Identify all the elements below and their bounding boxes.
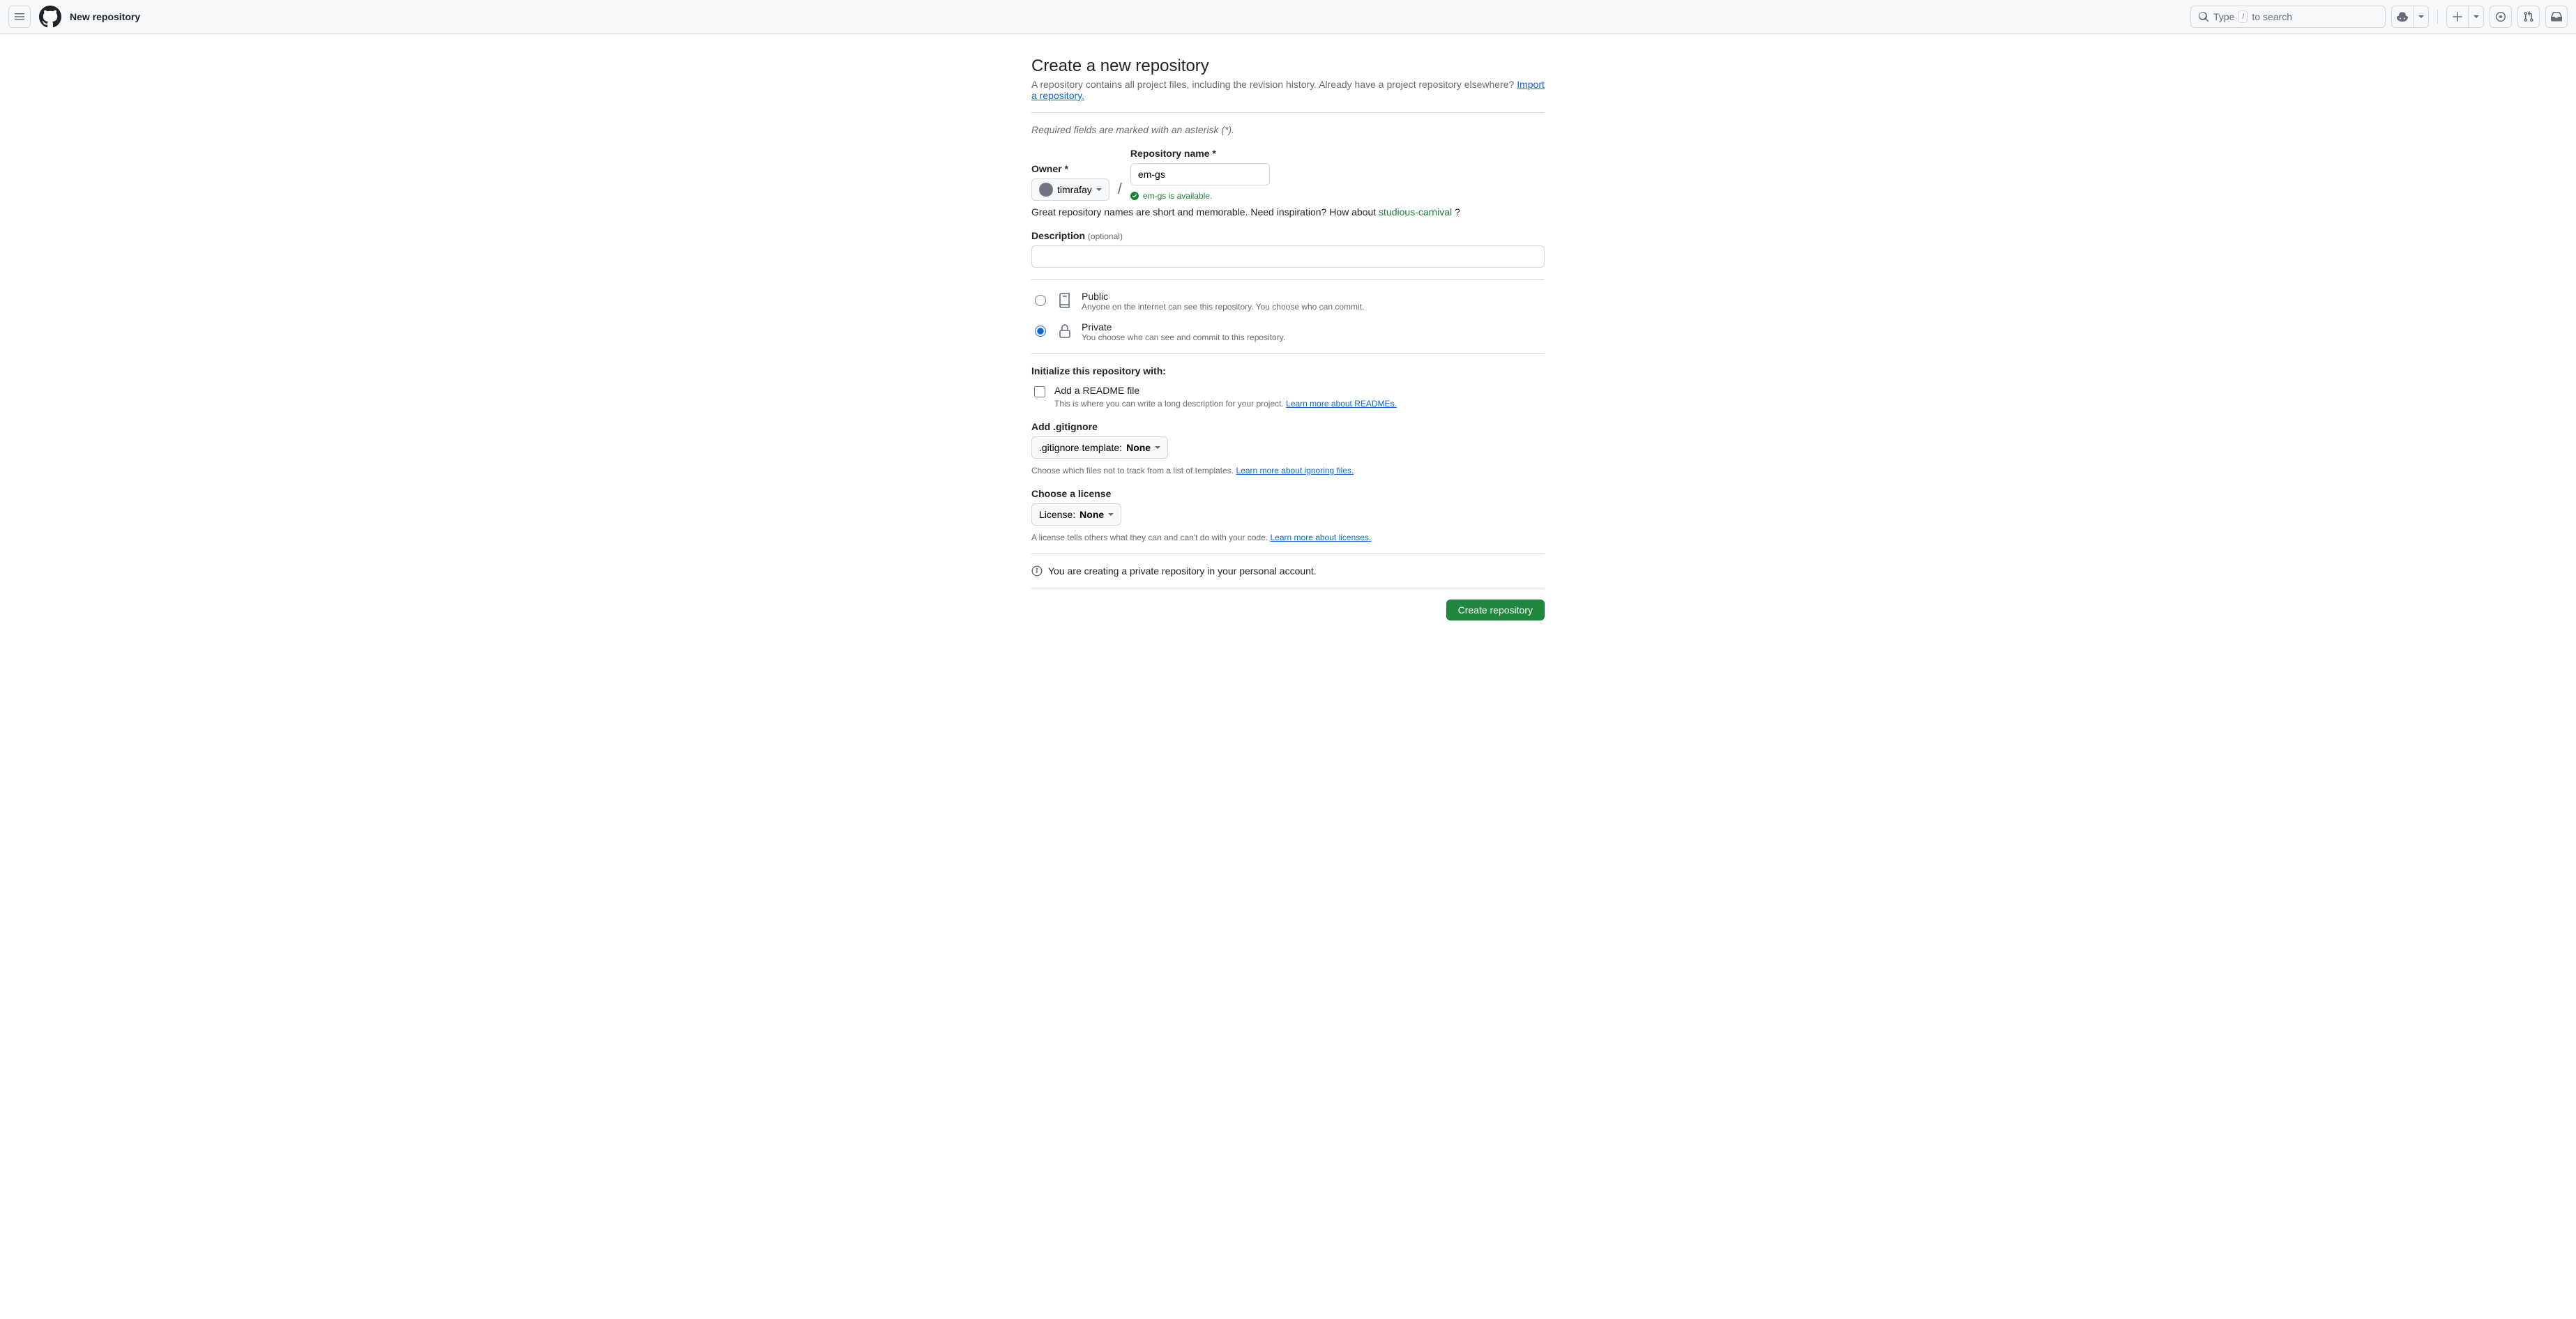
copilot-icon [2397, 11, 2408, 22]
availability-message: em-gs is available. [1130, 191, 1270, 201]
search-icon [2198, 11, 2209, 22]
chevron-down-icon [2473, 15, 2479, 18]
search-kbd: / [2238, 10, 2248, 23]
issues-button[interactable] [2490, 6, 2512, 28]
main-content: Create a new repository A repository con… [1020, 34, 1556, 648]
license-desc: A license tells others what they can and… [1031, 533, 1545, 542]
issue-icon [2495, 11, 2506, 22]
description-input[interactable] [1031, 245, 1545, 268]
create-new-dropdown[interactable] [2469, 6, 2484, 28]
create-new-button[interactable] [2446, 6, 2469, 28]
global-header: New repository Type / to search [0, 0, 2576, 34]
name-suggestion: Great repository names are short and mem… [1031, 206, 1545, 218]
gitignore-field: Add .gitignore .gitignore template: None… [1031, 421, 1545, 475]
chevron-down-icon [1108, 513, 1114, 516]
visibility-public-row[interactable]: Public Anyone on the internet can see th… [1031, 291, 1545, 312]
gitignore-learn-link[interactable]: Learn more about ignoring files. [1236, 466, 1354, 475]
chevron-down-icon [1096, 188, 1102, 191]
public-desc: Anyone on the internet can see this repo… [1082, 302, 1364, 312]
notifications-button[interactable] [2545, 6, 2568, 28]
repo-icon [1056, 292, 1073, 309]
repo-name-field: Repository name * em-gs is available. [1130, 148, 1270, 201]
readme-desc: This is where you can write a long descr… [1054, 399, 1397, 409]
description-label: Description (optional) [1031, 230, 1545, 241]
plus-icon [2452, 11, 2463, 22]
suggested-name[interactable]: studious-carnival [1379, 206, 1452, 218]
info-text: You are creating a private repository in… [1048, 565, 1317, 577]
license-label: Choose a license [1031, 488, 1545, 499]
chevron-down-icon [1155, 446, 1160, 449]
inbox-icon [2551, 11, 2562, 22]
divider [1031, 279, 1545, 280]
repo-name-label: Repository name * [1130, 148, 1270, 159]
description-field: Description (optional) [1031, 230, 1545, 268]
header-divider [2437, 10, 2438, 24]
lock-icon [1056, 323, 1073, 340]
gitignore-label: Add .gitignore [1031, 421, 1545, 432]
github-icon [39, 6, 61, 28]
visibility-private-row[interactable]: Private You choose who can see and commi… [1031, 321, 1545, 342]
header-left: New repository [8, 6, 140, 28]
owner-repo-row: Owner * timrafay / Repository name * em-… [1031, 148, 1545, 201]
info-line: You are creating a private repository in… [1031, 565, 1545, 577]
page-subtitle: A repository contains all project files,… [1031, 79, 1545, 101]
license-field: Choose a license License: None A license… [1031, 488, 1545, 542]
header-context-title[interactable]: New repository [70, 11, 140, 22]
readme-checkbox[interactable] [1034, 386, 1045, 397]
divider [1031, 353, 1545, 354]
owner-avatar [1039, 183, 1053, 197]
private-title: Private [1082, 321, 1285, 333]
owner-value: timrafay [1057, 184, 1092, 195]
slash-separator: / [1115, 180, 1125, 201]
license-select[interactable]: License: None [1031, 503, 1121, 526]
public-title: Public [1082, 291, 1364, 302]
gitignore-desc: Choose which files not to track from a l… [1031, 466, 1545, 475]
hamburger-button[interactable] [8, 6, 31, 28]
pull-requests-button[interactable] [2517, 6, 2540, 28]
private-desc: You choose who can see and commit to thi… [1082, 333, 1285, 342]
owner-select[interactable]: timrafay [1031, 178, 1109, 201]
check-circle-icon [1130, 192, 1139, 200]
required-note: Required fields are marked with an aster… [1031, 124, 1545, 135]
info-icon [1031, 565, 1043, 577]
public-radio[interactable] [1035, 295, 1046, 306]
license-prefix: License: [1039, 509, 1075, 520]
private-radio[interactable] [1035, 326, 1046, 337]
pull-request-icon [2523, 11, 2534, 22]
readme-label: Add a README file [1054, 385, 1397, 396]
gitignore-select[interactable]: .gitignore template: None [1031, 436, 1168, 459]
gitignore-prefix: .gitignore template: [1039, 442, 1122, 453]
license-learn-link[interactable]: Learn more about licenses. [1271, 533, 1372, 542]
repo-name-input[interactable] [1130, 163, 1270, 185]
divider [1031, 112, 1545, 113]
page-title: Create a new repository [1031, 56, 1545, 76]
hamburger-icon [14, 11, 25, 22]
copilot-button[interactable] [2391, 6, 2414, 28]
search-prefix: Type [2213, 11, 2234, 22]
github-logo[interactable] [39, 6, 61, 28]
owner-label: Owner * [1031, 163, 1109, 174]
initialize-heading: Initialize this repository with: [1031, 365, 1545, 376]
initialize-section: Initialize this repository with: Add a R… [1031, 365, 1545, 542]
gitignore-value: None [1126, 442, 1151, 453]
create-repository-button[interactable]: Create repository [1446, 600, 1545, 620]
header-right: Type / to search [2190, 6, 2568, 28]
readme-row[interactable]: Add a README file This is where you can … [1031, 385, 1545, 409]
owner-field: Owner * timrafay [1031, 163, 1109, 201]
search-suffix: to search [2252, 11, 2292, 22]
copilot-dropdown[interactable] [2414, 6, 2429, 28]
search-input[interactable]: Type / to search [2190, 6, 2386, 28]
visibility-section: Public Anyone on the internet can see th… [1031, 291, 1545, 342]
license-value: None [1079, 509, 1104, 520]
chevron-down-icon [2418, 15, 2424, 18]
submit-row: Create repository [1031, 600, 1545, 620]
readme-learn-link[interactable]: Learn more about READMEs. [1286, 399, 1397, 409]
